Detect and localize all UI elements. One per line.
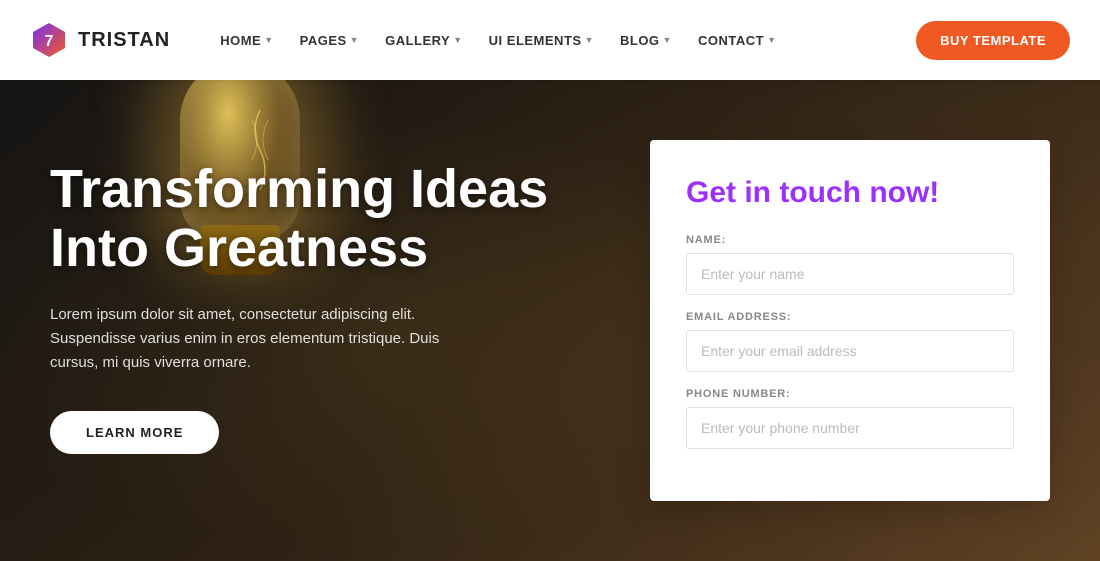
hero-subtitle: Lorem ipsum dolor sit amet, consectetur …: [50, 303, 490, 375]
email-input[interactable]: [686, 330, 1014, 372]
chevron-down-icon: ▼: [585, 35, 594, 45]
nav-links: HOME ▼ PAGES ▼ GALLERY ▼ UI ELEMENTS ▼ B…: [210, 25, 916, 56]
name-field-group: NAME:: [686, 234, 1014, 295]
learn-more-button[interactable]: LEARN MORE: [50, 411, 219, 454]
nav-item-blog[interactable]: BLOG ▼: [610, 25, 682, 56]
nav-item-gallery[interactable]: GALLERY ▼: [375, 25, 473, 56]
phone-field-group: PHONE NUMBER:: [686, 388, 1014, 449]
phone-input[interactable]: [686, 407, 1014, 449]
logo-icon: 7: [30, 21, 68, 59]
name-input[interactable]: [686, 253, 1014, 295]
nav-item-home[interactable]: HOME ▼: [210, 25, 283, 56]
chevron-down-icon: ▼: [453, 35, 462, 45]
name-label: NAME:: [686, 234, 1014, 246]
nav-item-pages[interactable]: PAGES ▼: [290, 25, 369, 56]
phone-label: PHONE NUMBER:: [686, 388, 1014, 400]
contact-form-title: Get in touch now!: [686, 176, 1014, 210]
chevron-down-icon: ▼: [663, 35, 672, 45]
nav-item-ui-elements[interactable]: UI ELEMENTS ▼: [479, 25, 604, 56]
chevron-down-icon: ▼: [264, 35, 273, 45]
chevron-down-icon: ▼: [767, 35, 776, 45]
svg-text:7: 7: [45, 33, 54, 50]
logo-area[interactable]: 7 TRISTAN: [30, 21, 170, 59]
navbar: 7 TRISTAN HOME ▼ PAGES ▼ GALLERY ▼ UI EL…: [0, 0, 1100, 80]
hero-title: Transforming Ideas Into Greatness: [50, 160, 610, 279]
hero-content: Transforming Ideas Into Greatness Lorem …: [0, 80, 1100, 561]
buy-template-button[interactable]: BUY TEMPLATE: [916, 21, 1070, 60]
chevron-down-icon: ▼: [350, 35, 359, 45]
nav-item-contact[interactable]: CONTACT ▼: [688, 25, 787, 56]
logo-text: TRISTAN: [78, 29, 170, 52]
hero-left: Transforming Ideas Into Greatness Lorem …: [50, 140, 610, 454]
email-label: EMAIL ADDRESS:: [686, 311, 1014, 323]
hero-section: 7 TRISTAN HOME ▼ PAGES ▼ GALLERY ▼ UI EL…: [0, 0, 1100, 561]
email-field-group: EMAIL ADDRESS:: [686, 311, 1014, 372]
contact-form-card: Get in touch now! NAME: EMAIL ADDRESS: P…: [650, 140, 1050, 501]
